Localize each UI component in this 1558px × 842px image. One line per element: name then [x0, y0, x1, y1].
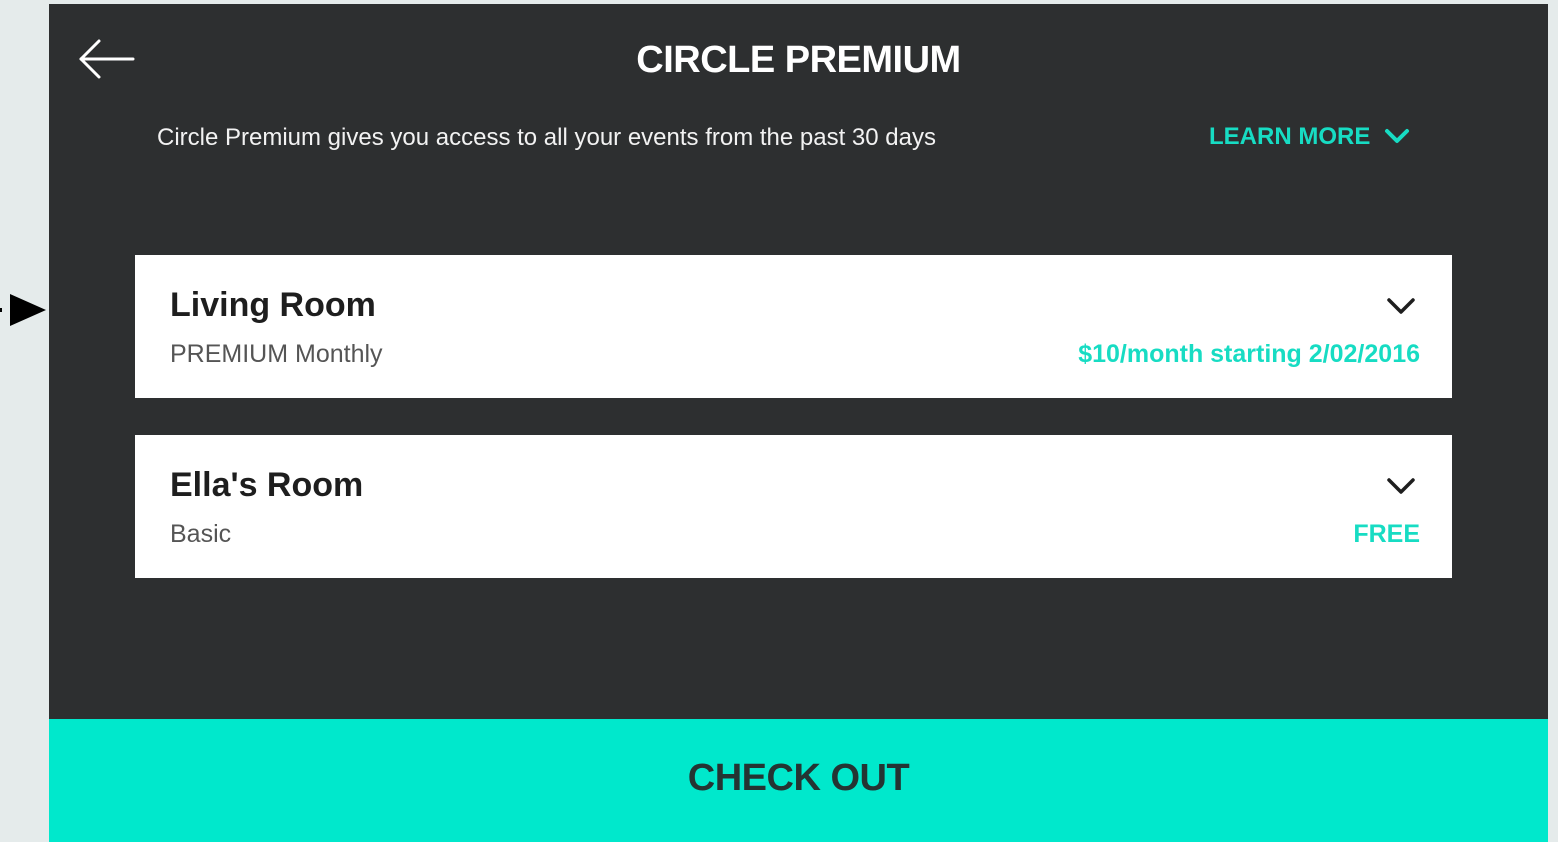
device-name: Ella's Room	[170, 466, 364, 504]
page-subtitle: Circle Premium gives you access to all y…	[157, 124, 936, 151]
chevron-down-icon[interactable]	[1384, 295, 1418, 317]
checkout-label: CHECK OUT	[687, 756, 910, 799]
premium-panel: CIRCLE PREMIUM Circle Premium gives you …	[49, 4, 1548, 842]
screen: CIRCLE PREMIUM Circle Premium gives you …	[0, 0, 1558, 842]
device-price: FREE	[1353, 520, 1420, 548]
device-price: $10/month starting 2/02/2016	[1078, 340, 1420, 368]
chevron-down-icon	[1385, 129, 1410, 143]
learn-more-label: LEARN MORE	[1209, 123, 1371, 150]
pointer-arrow-icon	[0, 294, 46, 326]
device-card-ellas-room[interactable]: Ella's Room Basic FREE	[135, 435, 1452, 578]
checkout-button[interactable]: CHECK OUT	[49, 719, 1548, 842]
device-card-living-room[interactable]: Living Room PREMIUM Monthly $10/month st…	[135, 255, 1452, 398]
learn-more-link[interactable]: LEARN MORE	[1209, 121, 1410, 153]
device-plan: Basic	[170, 520, 232, 548]
device-name: Living Room	[170, 286, 376, 324]
chevron-down-icon[interactable]	[1384, 475, 1418, 497]
page-title: CIRCLE PREMIUM	[636, 39, 961, 81]
device-plan: PREMIUM Monthly	[170, 340, 383, 368]
